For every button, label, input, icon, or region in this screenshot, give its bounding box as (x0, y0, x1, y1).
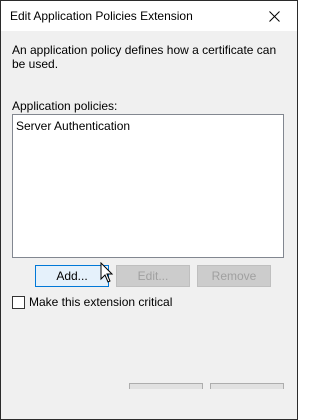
dialog-window: Edit Application Policies Extension An a… (0, 0, 298, 420)
critical-checkbox-label: Make this extension critical (29, 295, 173, 309)
remove-button[interactable]: Remove (197, 265, 271, 287)
application-policies-label: Application policies: (12, 99, 118, 113)
critical-checkbox-row[interactable]: Make this extension critical (12, 295, 172, 309)
application-policies-list[interactable]: Server Authentication (12, 114, 284, 258)
dialog-body: An application policy defines how a cert… (1, 31, 297, 405)
add-button[interactable]: Add... (35, 265, 109, 287)
title-bar: Edit Application Policies Extension (1, 1, 297, 31)
dialog-footer (1, 389, 297, 419)
description-text: An application policy defines how a cert… (12, 43, 277, 71)
window-title: Edit Application Policies Extension (10, 9, 193, 23)
edit-button[interactable]: Edit... (116, 265, 190, 287)
list-item[interactable]: Server Authentication (16, 119, 130, 133)
close-icon (268, 10, 280, 22)
critical-checkbox[interactable] (12, 295, 25, 309)
close-button[interactable] (251, 1, 297, 31)
